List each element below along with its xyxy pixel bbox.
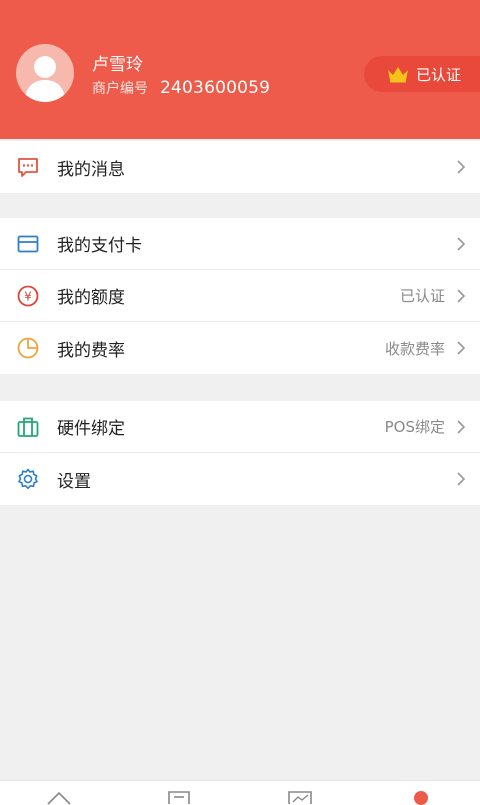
svg-text:¥: ¥	[24, 290, 32, 304]
avatar[interactable]	[16, 44, 74, 102]
briefcase-icon	[17, 417, 39, 437]
menu-value-hardware: POS绑定	[384, 418, 445, 436]
message-icon	[18, 158, 38, 177]
user-name: 卢雪玲	[92, 55, 143, 75]
merchant-info: 商户编号 2403600059	[92, 78, 270, 98]
merchant-label: 商户编号	[92, 81, 148, 97]
menu-item-hardware[interactable]: 硬件绑定 POS绑定	[0, 401, 480, 453]
profile-icon[interactable]	[412, 790, 430, 805]
yen-coin-icon: ¥	[17, 285, 39, 307]
tab-bar	[0, 780, 480, 805]
profile-header: 卢雪玲 商户编号 2403600059 已认证	[0, 0, 480, 139]
menu-item-rate[interactable]: 我的费率 收款费率	[0, 322, 480, 374]
chart-icon[interactable]	[288, 791, 312, 805]
menu-item-settings[interactable]: 设置	[0, 453, 480, 505]
menu-group-messages: 我的消息	[0, 141, 480, 193]
verified-label: 已认证	[416, 65, 462, 84]
crown-icon	[388, 67, 408, 83]
chevron-right-icon	[457, 289, 466, 303]
merchant-number: 2403600059	[160, 78, 271, 98]
list-icon[interactable]	[168, 791, 190, 805]
gear-icon	[18, 468, 38, 490]
home-icon[interactable]	[46, 791, 72, 805]
menu-item-cards[interactable]: 我的支付卡	[0, 218, 480, 270]
verified-badge[interactable]: 已认证	[364, 56, 480, 92]
menu-value-rate: 收款费率	[384, 339, 445, 358]
user-avatar-icon	[24, 56, 66, 102]
menu-label-hardware: 硬件绑定	[57, 419, 125, 439]
pie-chart-icon	[17, 337, 39, 359]
menu-item-messages[interactable]: 我的消息	[0, 141, 480, 193]
menu-label-settings: 设置	[57, 471, 91, 492]
chevron-right-icon	[457, 160, 466, 174]
chevron-right-icon	[457, 237, 466, 251]
menu-group-payment: 我的支付卡 ¥ 我的额度 已认证 我的费率 收款费率	[0, 218, 480, 374]
chevron-right-icon	[457, 472, 466, 486]
menu-label-rate: 我的费率	[57, 340, 125, 361]
menu-value-quota: 已认证	[399, 287, 445, 305]
menu-group-device: 硬件绑定 POS绑定 设置	[0, 401, 480, 505]
menu-label-messages: 我的消息	[57, 159, 125, 180]
credit-card-icon	[17, 235, 39, 253]
chevron-right-icon	[457, 420, 466, 434]
chevron-right-icon	[457, 341, 466, 355]
menu-label-quota: 我的额度	[57, 288, 125, 308]
menu-item-quota[interactable]: ¥ 我的额度 已认证	[0, 270, 480, 322]
menu-label-cards: 我的支付卡	[57, 236, 142, 256]
